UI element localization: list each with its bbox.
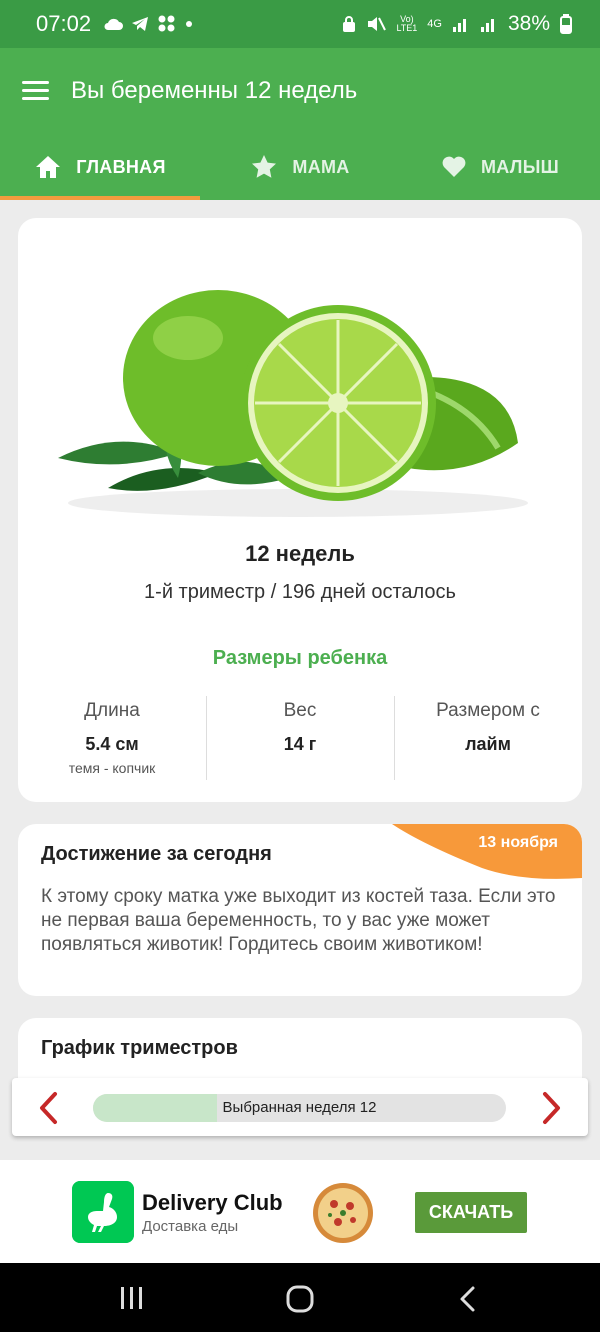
telegram-icon [132, 17, 149, 31]
notification-icons [103, 15, 193, 33]
achievement-date: 13 ноября [478, 834, 558, 851]
week-progress-bar: Выбранная неделя 12 [93, 1094, 506, 1122]
metric-value: 5.4 см [85, 734, 139, 754]
dot-icon [186, 21, 193, 27]
pizza-image [313, 1183, 373, 1243]
metric-label: Размером с [436, 700, 540, 721]
week-info-card: 12 недель 1-й триместр / 196 дней остало… [18, 218, 582, 802]
week-selector: Выбранная неделя 12 [12, 1078, 588, 1136]
date-ribbon [362, 824, 582, 879]
week-title: 12 недель [245, 541, 355, 566]
ad-brand-name: Delivery Club [142, 1190, 283, 1215]
lock-icon [343, 16, 356, 32]
signal-icon [452, 19, 466, 32]
previous-week-icon[interactable] [34, 1091, 64, 1125]
chart-title: График триместров [41, 1037, 238, 1059]
metric-label: Вес [283, 700, 317, 721]
cloud-icon [104, 18, 124, 30]
home-icon [36, 156, 61, 178]
tab-mom-label: МАМА [292, 156, 350, 177]
metric-value: 14 г [283, 734, 317, 754]
tab-baby-label: МАЛЫШ [480, 156, 560, 177]
metric-sub: темя - копчик [68, 760, 156, 776]
baby-sizes-heading: Размеры ребенка [212, 647, 388, 669]
metric-size-compare: Размером с лайм [394, 696, 582, 780]
signal-icon-2 [480, 19, 494, 32]
baby-metrics: Длина 5.4 см темя - копчик Вес 14 г Разм… [18, 696, 582, 780]
tab-baby[interactable]: МАЛЫШ [400, 134, 600, 200]
star-icon [252, 155, 277, 178]
ad-subtitle: Доставка еды [142, 1218, 239, 1235]
dots-app-icon [158, 15, 175, 32]
tab-home-label: ГЛАВНАЯ [76, 156, 166, 177]
achievement-title: Достижение за сегодня [41, 843, 272, 865]
battery-icon [560, 14, 572, 34]
volte-icon: Vo) LTE1 [396, 14, 418, 33]
tab-bar: ГЛАВНАЯ МАМА МАЛЫШ [0, 134, 600, 200]
status-bar: 07:02 Vo) LTE1 4G 38% [0, 0, 600, 48]
metric-value: лайм [465, 734, 511, 754]
system-nav-bar [0, 1263, 600, 1332]
app-bar: Вы беременны 12 недель [0, 48, 600, 134]
hamburger-menu-icon[interactable] [22, 81, 49, 101]
battery-level: 38% [507, 12, 550, 35]
trimester-chart-card: График триместров [18, 1018, 582, 1078]
trimester-info: 1-й триместр / 196 дней осталось [144, 581, 456, 603]
next-week-icon[interactable] [536, 1091, 566, 1125]
back-icon[interactable] [458, 1285, 478, 1313]
download-button[interactable]: СКАЧАТЬ [415, 1192, 527, 1233]
page-title: Вы беременны 12 недель [71, 77, 358, 104]
ad-banner[interactable]: Delivery Club Доставка еды СКАЧАТЬ [0, 1160, 600, 1263]
heart-icon [442, 156, 466, 177]
achievement-card: 13 ноября Достижение за сегодня К этому … [18, 824, 582, 996]
achievement-text: К этому сроку матка уже выходит из косте… [41, 886, 556, 955]
system-icons: Vo) LTE1 4G 38% [342, 12, 572, 36]
status-time: 07:02 [36, 11, 92, 36]
recents-icon[interactable] [119, 1285, 145, 1311]
selected-week-label: Выбранная неделя 12 [222, 1099, 377, 1116]
metric-label: Длина [84, 700, 140, 721]
home-nav-icon[interactable] [286, 1285, 314, 1313]
lime-image [58, 290, 528, 517]
metric-weight: Вес 14 г [206, 696, 394, 780]
tab-mom[interactable]: МАМА [200, 134, 400, 200]
ostrich-logo-icon [72, 1181, 134, 1243]
metric-length: Длина 5.4 см темя - копчик [18, 696, 206, 780]
tab-home[interactable]: ГЛАВНАЯ [0, 134, 200, 200]
network-type: 4G [427, 18, 442, 30]
mute-icon [368, 17, 387, 31]
